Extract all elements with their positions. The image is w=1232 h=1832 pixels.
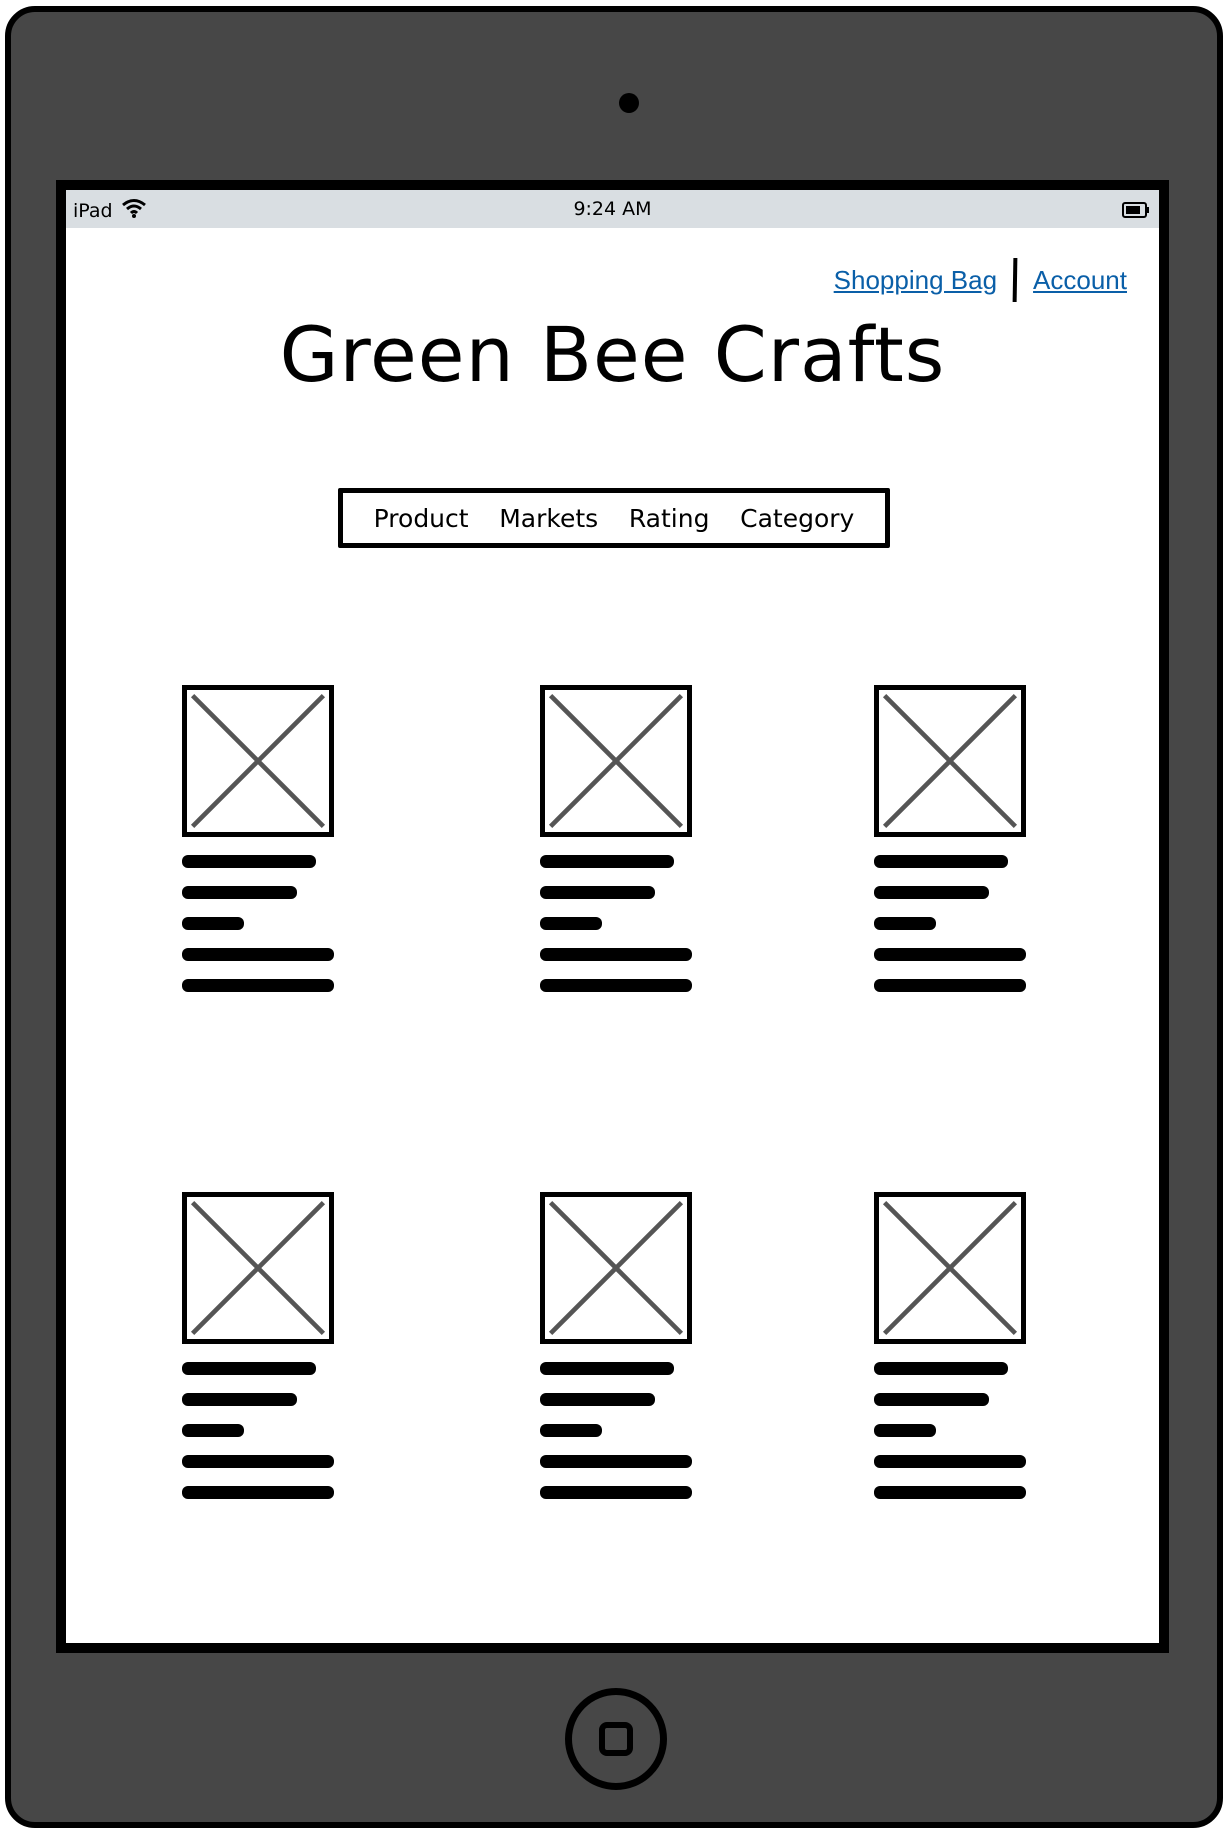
camera-dot xyxy=(619,93,639,113)
link-divider xyxy=(1012,257,1018,303)
account-link[interactable]: Account xyxy=(1033,265,1127,296)
text-placeholder xyxy=(874,1486,1026,1499)
text-placeholder xyxy=(874,1362,1008,1375)
screen: iPad 9:24 AM Shopping Bag Account Green … xyxy=(56,180,1169,1653)
text-placeholder xyxy=(182,979,334,992)
text-placeholder xyxy=(540,1455,692,1468)
status-time: 9:24 AM xyxy=(573,198,652,220)
home-button-icon xyxy=(599,1722,633,1756)
nav-bar: Product Markets Rating Category xyxy=(338,488,890,548)
product-card[interactable] xyxy=(182,1192,342,1499)
text-placeholder xyxy=(540,1486,692,1499)
product-card[interactable] xyxy=(540,1192,700,1499)
text-placeholder xyxy=(540,886,655,899)
text-placeholder xyxy=(182,1362,316,1375)
nav-item-product[interactable]: Product xyxy=(374,504,469,533)
text-placeholder xyxy=(182,855,316,868)
text-placeholder xyxy=(874,1424,936,1437)
image-placeholder-icon xyxy=(540,1192,692,1344)
product-card[interactable] xyxy=(874,685,1034,992)
nav-item-category[interactable]: Category xyxy=(740,504,854,533)
site-title: Green Bee Crafts xyxy=(279,310,946,399)
header-links: Shopping Bag Account xyxy=(834,257,1127,303)
image-placeholder-icon xyxy=(540,685,692,837)
image-placeholder-icon xyxy=(182,1192,334,1344)
image-placeholder-icon xyxy=(874,685,1026,837)
text-placeholder xyxy=(540,948,692,961)
text-placeholder xyxy=(182,1424,244,1437)
product-card[interactable] xyxy=(874,1192,1034,1499)
text-placeholder xyxy=(874,855,1008,868)
text-placeholder xyxy=(182,948,334,961)
text-placeholder xyxy=(540,1362,674,1375)
text-placeholder xyxy=(182,1486,334,1499)
text-placeholder xyxy=(540,917,602,930)
text-placeholder xyxy=(874,917,936,930)
nav-item-rating[interactable]: Rating xyxy=(629,504,710,533)
text-placeholder xyxy=(874,1455,1026,1468)
text-placeholder xyxy=(182,1393,297,1406)
text-placeholder xyxy=(182,917,244,930)
battery-icon xyxy=(1122,201,1150,223)
text-placeholder xyxy=(182,1455,334,1468)
text-placeholder xyxy=(182,886,297,899)
text-placeholder xyxy=(874,886,989,899)
image-placeholder-icon xyxy=(182,685,334,837)
status-bar: iPad 9:24 AM xyxy=(66,190,1159,228)
text-placeholder xyxy=(874,948,1026,961)
text-placeholder xyxy=(540,1393,655,1406)
shopping-bag-link[interactable]: Shopping Bag xyxy=(834,265,997,296)
image-placeholder-icon xyxy=(874,1192,1026,1344)
text-placeholder xyxy=(540,855,674,868)
text-placeholder xyxy=(540,1424,602,1437)
product-card[interactable] xyxy=(182,685,342,992)
nav-item-markets[interactable]: Markets xyxy=(499,504,598,533)
text-placeholder xyxy=(874,1393,989,1406)
text-placeholder xyxy=(874,979,1026,992)
home-button[interactable] xyxy=(565,1688,667,1790)
text-placeholder xyxy=(540,979,692,992)
product-card[interactable] xyxy=(540,685,700,992)
